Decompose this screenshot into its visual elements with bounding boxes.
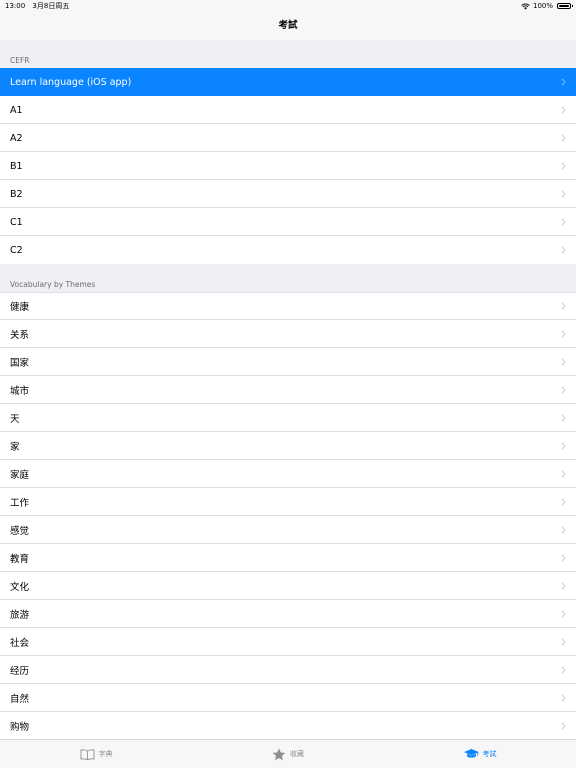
screen: 13:00 3月8日周五 100% 考試 CEFR Learn language… xyxy=(0,0,576,768)
chevron-right-icon xyxy=(561,330,566,338)
chevron-right-icon xyxy=(561,498,566,506)
list-item[interactable]: 购物 xyxy=(0,712,576,740)
chevron-right-icon xyxy=(561,638,566,646)
tab-bar: 字典 收藏 考試 xyxy=(0,739,576,768)
chevron-right-icon xyxy=(561,386,566,394)
list-item[interactable]: A1 xyxy=(0,96,576,124)
list-item-label: C1 xyxy=(10,216,23,228)
chevron-right-icon xyxy=(561,722,566,730)
chevron-right-icon xyxy=(561,134,566,142)
chevron-right-icon xyxy=(561,666,566,674)
list-item[interactable]: C2 xyxy=(0,236,576,264)
star-icon xyxy=(272,747,286,760)
list-item[interactable]: 天 xyxy=(0,404,576,432)
wifi-icon xyxy=(521,3,530,9)
status-left: 13:00 3月8日周五 xyxy=(5,0,74,12)
list-item-label: 天 xyxy=(10,414,20,425)
list-item[interactable]: 城市 xyxy=(0,376,576,404)
chevron-right-icon xyxy=(561,358,566,366)
chevron-right-icon xyxy=(561,302,566,310)
list-item-label: 城市 xyxy=(10,386,30,397)
chevron-right-icon xyxy=(561,610,566,618)
content: CEFR Learn language (iOS app) A1 A2 B1 B2 C1 C… xyxy=(0,40,576,768)
list-item[interactable]: C1 xyxy=(0,208,576,236)
list-item-label: Learn language (iOS app) xyxy=(10,76,132,88)
status-right: 100% xyxy=(521,0,573,12)
chevron-right-icon xyxy=(561,414,566,422)
chevron-right-icon xyxy=(561,554,566,562)
list-item-label: 关系 xyxy=(10,330,30,341)
section-cefr: CEFR Learn language (iOS app) A1 A2 B1 B2 C1 C… xyxy=(0,40,576,264)
list-item-label: 感觉 xyxy=(10,526,30,537)
list-item-label: 文化 xyxy=(10,582,30,593)
chevron-right-icon xyxy=(561,106,566,114)
list-item[interactable]: 家庭 xyxy=(0,460,576,488)
list-item-label: 家 xyxy=(10,442,20,453)
list-item[interactable]: 关系 xyxy=(0,320,576,348)
status-time: 13:00 xyxy=(5,2,26,10)
list-item-label: 旅游 xyxy=(10,610,30,621)
list-item[interactable]: 文化 xyxy=(0,572,576,600)
list-item-label: 教育 xyxy=(10,554,30,565)
list-item[interactable]: A2 xyxy=(0,124,576,152)
list-item-label: A2 xyxy=(10,132,23,144)
tab-dictionary[interactable]: 字典 xyxy=(0,740,192,768)
chevron-right-icon xyxy=(561,190,566,198)
tab-dictionary-label: 字典 xyxy=(98,750,113,758)
list-item-label: 社会 xyxy=(10,638,30,649)
list-item-label: B1 xyxy=(10,160,23,172)
list-item[interactable]: 经历 xyxy=(0,656,576,684)
section-vocabulary-themes: Vocabulary by Themes 健康关系国家城市天家家庭工作感觉教育文… xyxy=(0,264,576,740)
themes-list: 健康关系国家城市天家家庭工作感觉教育文化旅游社会经历自然购物 xyxy=(0,292,576,740)
tab-favorites-label: 收藏 xyxy=(290,750,304,758)
list-item-label: A1 xyxy=(10,104,23,116)
list-item-label: 健康 xyxy=(10,302,30,313)
status-date: 3月8日周五 xyxy=(32,2,70,10)
battery-percent: 100% xyxy=(532,2,553,10)
list-item[interactable]: 健康 xyxy=(0,292,576,320)
list-item-label: 自然 xyxy=(10,694,30,705)
tab-favorites[interactable]: 收藏 xyxy=(192,740,384,768)
list-item-label: 工作 xyxy=(10,498,30,509)
list-item-label: 购物 xyxy=(10,722,30,733)
chevron-right-icon xyxy=(561,246,566,254)
tab-exam-label: 考試 xyxy=(482,750,497,758)
graduation-cap-icon xyxy=(463,749,479,758)
list-item[interactable]: B1 xyxy=(0,152,576,180)
chevron-right-icon xyxy=(561,442,566,450)
chevron-right-icon xyxy=(561,470,566,478)
list-item[interactable]: B2 xyxy=(0,180,576,208)
page-title: 考試 xyxy=(278,20,298,31)
list-item[interactable]: 教育 xyxy=(0,544,576,572)
list-item[interactable]: 国家 xyxy=(0,348,576,376)
list-item-label: B2 xyxy=(10,188,23,200)
chevron-right-icon xyxy=(561,694,566,702)
list-item[interactable]: 家 xyxy=(0,432,576,460)
section-header-vocabulary-themes: Vocabulary by Themes xyxy=(10,280,96,289)
list-item-label: 国家 xyxy=(10,358,30,369)
chevron-right-icon xyxy=(561,78,566,86)
list-item[interactable]: 旅游 xyxy=(0,600,576,628)
list-item[interactable]: 工作 xyxy=(0,488,576,516)
book-icon xyxy=(80,748,94,760)
list-item-label: C2 xyxy=(10,244,23,256)
list-item[interactable]: 自然 xyxy=(0,684,576,712)
chevron-right-icon xyxy=(561,218,566,226)
cefr-list: Learn language (iOS app) A1 A2 B1 B2 C1 C2 xyxy=(0,68,576,264)
nav-bar: 考試 xyxy=(0,12,576,40)
chevron-right-icon xyxy=(561,526,566,534)
section-header-cefr: CEFR xyxy=(10,56,30,65)
list-item[interactable]: Learn language (iOS app) xyxy=(0,68,576,96)
chevron-right-icon xyxy=(561,162,566,170)
list-item-label: 经历 xyxy=(10,666,30,677)
list-item[interactable]: 感觉 xyxy=(0,516,576,544)
list-item[interactable]: 社会 xyxy=(0,628,576,656)
list-item-label: 家庭 xyxy=(10,470,30,481)
chevron-right-icon xyxy=(561,582,566,590)
tab-exam[interactable]: 考試 xyxy=(384,740,576,768)
battery-icon xyxy=(557,3,573,9)
status-bar: 13:00 3月8日周五 100% xyxy=(0,0,576,12)
